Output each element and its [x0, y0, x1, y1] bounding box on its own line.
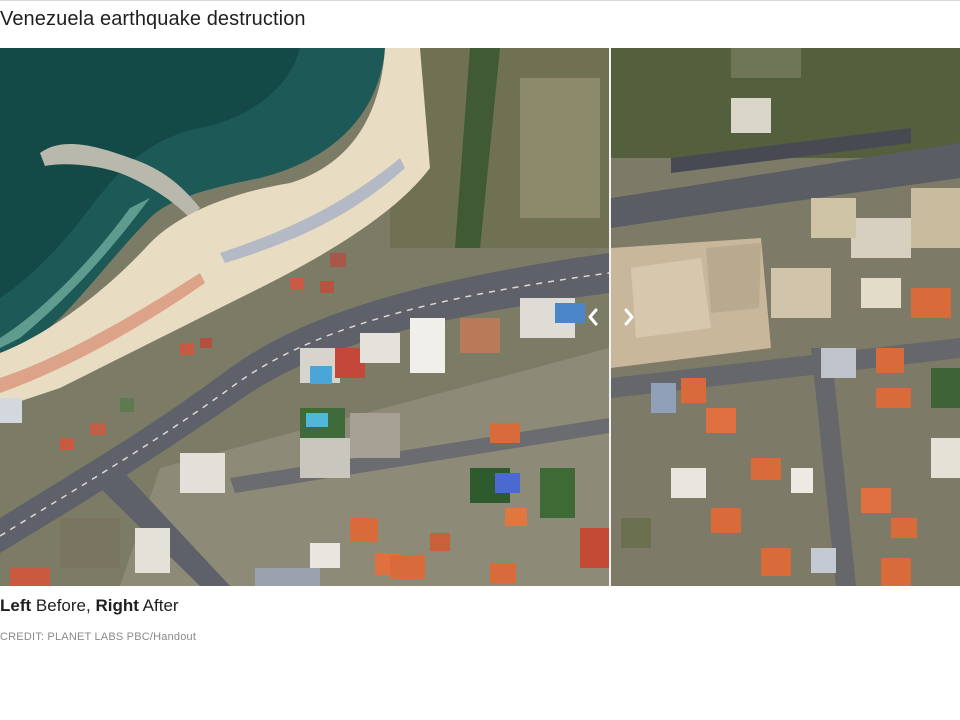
- before-after-comparison[interactable]: [0, 48, 960, 586]
- before-image: [0, 48, 609, 586]
- chevron-right-icon: [619, 303, 639, 331]
- image-credit: CREDIT: PLANET LABS PBC/Handout: [0, 631, 197, 643]
- caption-left-label: Left: [0, 596, 32, 615]
- caption-right-text: After: [138, 596, 179, 615]
- after-image: [611, 48, 960, 586]
- chevron-left-icon: [583, 303, 603, 331]
- caption-right-label: Right: [95, 596, 139, 615]
- image-caption: Left Before, Right After: [0, 595, 179, 617]
- comparison-slider-handle[interactable]: [583, 303, 639, 331]
- article-image-title: Venezuela earthquake destruction: [0, 8, 306, 30]
- caption-left-text: Before,: [31, 596, 96, 615]
- top-rule: [0, 0, 960, 1]
